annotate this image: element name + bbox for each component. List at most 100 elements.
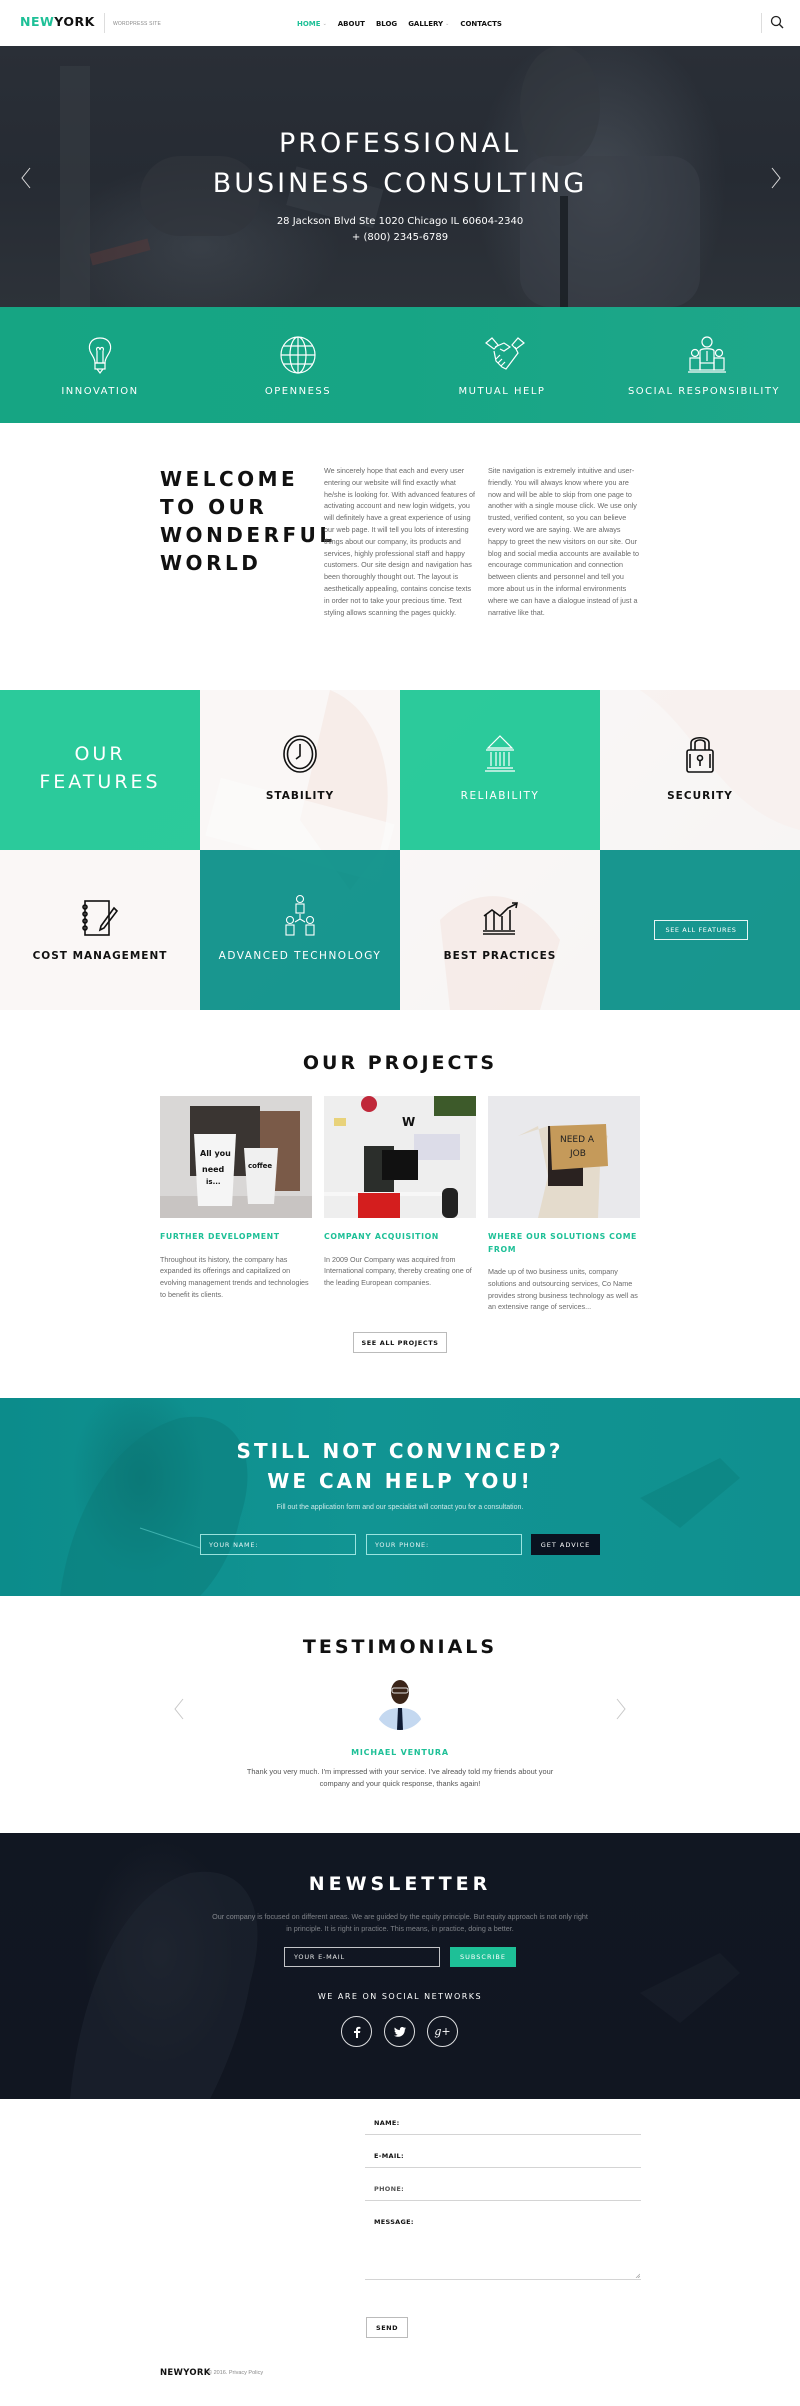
feature-tile-best-practices: BEST PRACTICES: [400, 850, 600, 1010]
cta-title: STILL NOT CONVINCED? WE CAN HELP YOU!: [236, 1439, 564, 1493]
your-phone-input[interactable]: [366, 1534, 522, 1555]
project-card: NEED A JOB WHERE OUR SOLUTIONS COME FROM…: [488, 1096, 640, 1313]
project-text: Throughout its history, the company has …: [160, 1254, 309, 1299]
project-title[interactable]: COMPANY ACQUISITION: [324, 1231, 476, 1244]
project-text: In 2009 Our Company was acquired from In…: [324, 1254, 472, 1288]
testimonials-title: TESTIMONIALS: [302, 1636, 498, 1658]
nav-label: HOME: [297, 20, 321, 28]
testimonials-section: TESTIMONIALS MICHAEL VENTURA Thank you v…: [0, 1596, 800, 1833]
nav-item-gallery[interactable]: GALLERY ⌄: [408, 20, 449, 28]
google-plus-icon: g+: [434, 2025, 451, 2038]
social-networks-title: WE ARE ON SOCIAL NETWORKS: [317, 1992, 483, 2001]
hero-address: 28 Jackson Blvd Ste 1020 Chicago IL 6060…: [276, 216, 524, 227]
nav-item-home[interactable]: HOME ⌄: [297, 20, 327, 28]
project-title[interactable]: WHERE OUR SOLUTIONS COME FROM: [488, 1231, 640, 1256]
project-card: All you need is... coffee FURTHER DEVELO…: [160, 1096, 312, 1301]
cta-section: STILL NOT CONVINCED? WE CAN HELP YOU! Fi…: [0, 1398, 800, 1596]
email-input[interactable]: [284, 1947, 440, 1967]
feature-label: BEST PRACTICES: [443, 950, 557, 962]
handshake-icon: [485, 337, 525, 370]
phone-field[interactable]: PHONE:: [365, 2175, 641, 2201]
need-a-job-photo: NEED A JOB: [488, 1096, 640, 1218]
project-title[interactable]: FURTHER DEVELOPMENT: [160, 1231, 312, 1244]
nav-item-contacts[interactable]: CONTACTS: [460, 20, 502, 28]
project-image[interactable]: NEED A JOB: [488, 1096, 640, 1218]
nav-label: GALLERY: [408, 20, 444, 28]
site-tagline: WORDPRESS SITE: [113, 21, 162, 27]
name-field[interactable]: NAME:: [365, 2109, 641, 2135]
logo-accent: NEW: [20, 14, 55, 29]
workspace-photo: W: [324, 1096, 476, 1218]
feature-tile-security: SECURITY: [600, 690, 800, 850]
project-text: Made up of two business units, company s…: [488, 1267, 638, 1312]
coffee-mugs-photo: All you need is... coffee: [160, 1096, 312, 1218]
site-logo[interactable]: NEWYORK: [20, 14, 95, 29]
nav-item-blog[interactable]: BLOG: [376, 20, 397, 28]
hero-title-line2: BUSINESS CONSULTING: [212, 168, 588, 199]
value-label: OPENNESS: [264, 386, 332, 397]
globe-icon: [280, 336, 316, 374]
people-icon: [688, 336, 726, 373]
send-button[interactable]: SEND: [366, 2317, 408, 2338]
features-grid: OUR FEATURES STABILITY RELIABILITY SECUR…: [0, 690, 800, 1010]
value-label: INNOVATION: [61, 386, 139, 397]
testimonial-prev-button[interactable]: [172, 1698, 186, 1720]
contact-section: NAME: E-MAIL: PHONE: MESSAGE: SEND NEWYO…: [0, 2099, 800, 2406]
hero-slider: PROFESSIONAL BUSINESS CONSULTING 28 Jack…: [0, 46, 800, 307]
see-all-projects-button[interactable]: SEE ALL PROJECTS: [353, 1332, 447, 1353]
feature-tile-advanced-technology: ADVANCED TECHNOLOGY: [200, 850, 400, 1010]
email-field[interactable]: E-MAIL:: [365, 2142, 641, 2168]
footer-logo[interactable]: NEWYORK: [160, 2368, 211, 2378]
values-band: INNOVATION OPENNESS MUTUAL HELP SOCIAL R…: [0, 307, 800, 423]
twitter-button[interactable]: [384, 2016, 415, 2047]
value-label: SOCIAL RESPONSIBILITY: [627, 386, 781, 397]
newsletter-title: NEWSLETTER: [308, 1873, 492, 1895]
phone-input[interactable]: [365, 2175, 641, 2200]
welcome-section: WELCOME TO OUR WONDERFUL WORLD We sincer…: [0, 423, 800, 690]
message-input[interactable]: [365, 2208, 641, 2279]
testimonial-next-button[interactable]: [614, 1698, 628, 1720]
clock-icon: [283, 735, 317, 773]
chevron-down-icon: ⌄: [322, 21, 327, 27]
value-label: MUTUAL HELP: [458, 386, 546, 397]
google-plus-button[interactable]: g+: [427, 2016, 458, 2047]
main-nav: HOME ⌄ ABOUT BLOG GALLERY ⌄ CONTACTS: [297, 20, 502, 28]
your-name-input[interactable]: [200, 1534, 356, 1555]
search-divider: [761, 13, 762, 33]
cta-subtitle: Fill out the application form and our sp…: [276, 1504, 524, 1511]
footer-copyright[interactable]: © 2016. Privacy Policy: [208, 2370, 263, 2376]
notebook-pen-icon: [82, 900, 119, 936]
feature-label: ADVANCED TECHNOLOGY: [218, 950, 382, 962]
name-input[interactable]: [365, 2109, 641, 2134]
project-image[interactable]: All you need is... coffee: [160, 1096, 312, 1218]
chevron-down-icon: ⌄: [445, 21, 450, 27]
feature-label: COST MANAGEMENT: [32, 950, 168, 962]
get-advice-button[interactable]: GET ADVICE: [531, 1534, 600, 1555]
hero-next-button[interactable]: [768, 166, 784, 190]
team-network-icon: [285, 894, 315, 936]
search-button[interactable]: [770, 15, 784, 29]
message-field[interactable]: MESSAGE:: [365, 2208, 641, 2280]
logo-main: YORK: [54, 14, 95, 29]
email-field-input[interactable]: [365, 2142, 641, 2167]
avatar: [374, 1674, 426, 1730]
chevron-right-icon: [771, 167, 781, 189]
nav-item-about[interactable]: ABOUT: [338, 20, 365, 28]
subscribe-button[interactable]: SUBSCRIBE: [450, 1947, 516, 1967]
testimonial-author: MICHAEL VENTURA: [351, 1748, 449, 1757]
see-all-features-button[interactable]: SEE ALL FEATURES: [654, 920, 748, 940]
cta-background-photo: [60, 1416, 740, 1596]
hero-prev-button[interactable]: [18, 166, 34, 190]
facebook-button[interactable]: [341, 2016, 372, 2047]
twitter-icon: [393, 2026, 406, 2037]
growth-chart-icon: [483, 902, 518, 935]
svg-text:is...: is...: [206, 1178, 221, 1186]
svg-text:All you: All you: [200, 1149, 231, 1158]
hero-phone: + (800) 2345-6789: [351, 232, 449, 243]
welcome-text-col1: We sincerely hope that each and every us…: [324, 466, 476, 617]
chevron-left-icon: [21, 167, 31, 189]
padlock-icon: [686, 736, 714, 773]
feature-label: SECURITY: [667, 790, 733, 802]
resize-handle-icon[interactable]: [635, 2273, 640, 2278]
project-image[interactable]: W: [324, 1096, 476, 1218]
